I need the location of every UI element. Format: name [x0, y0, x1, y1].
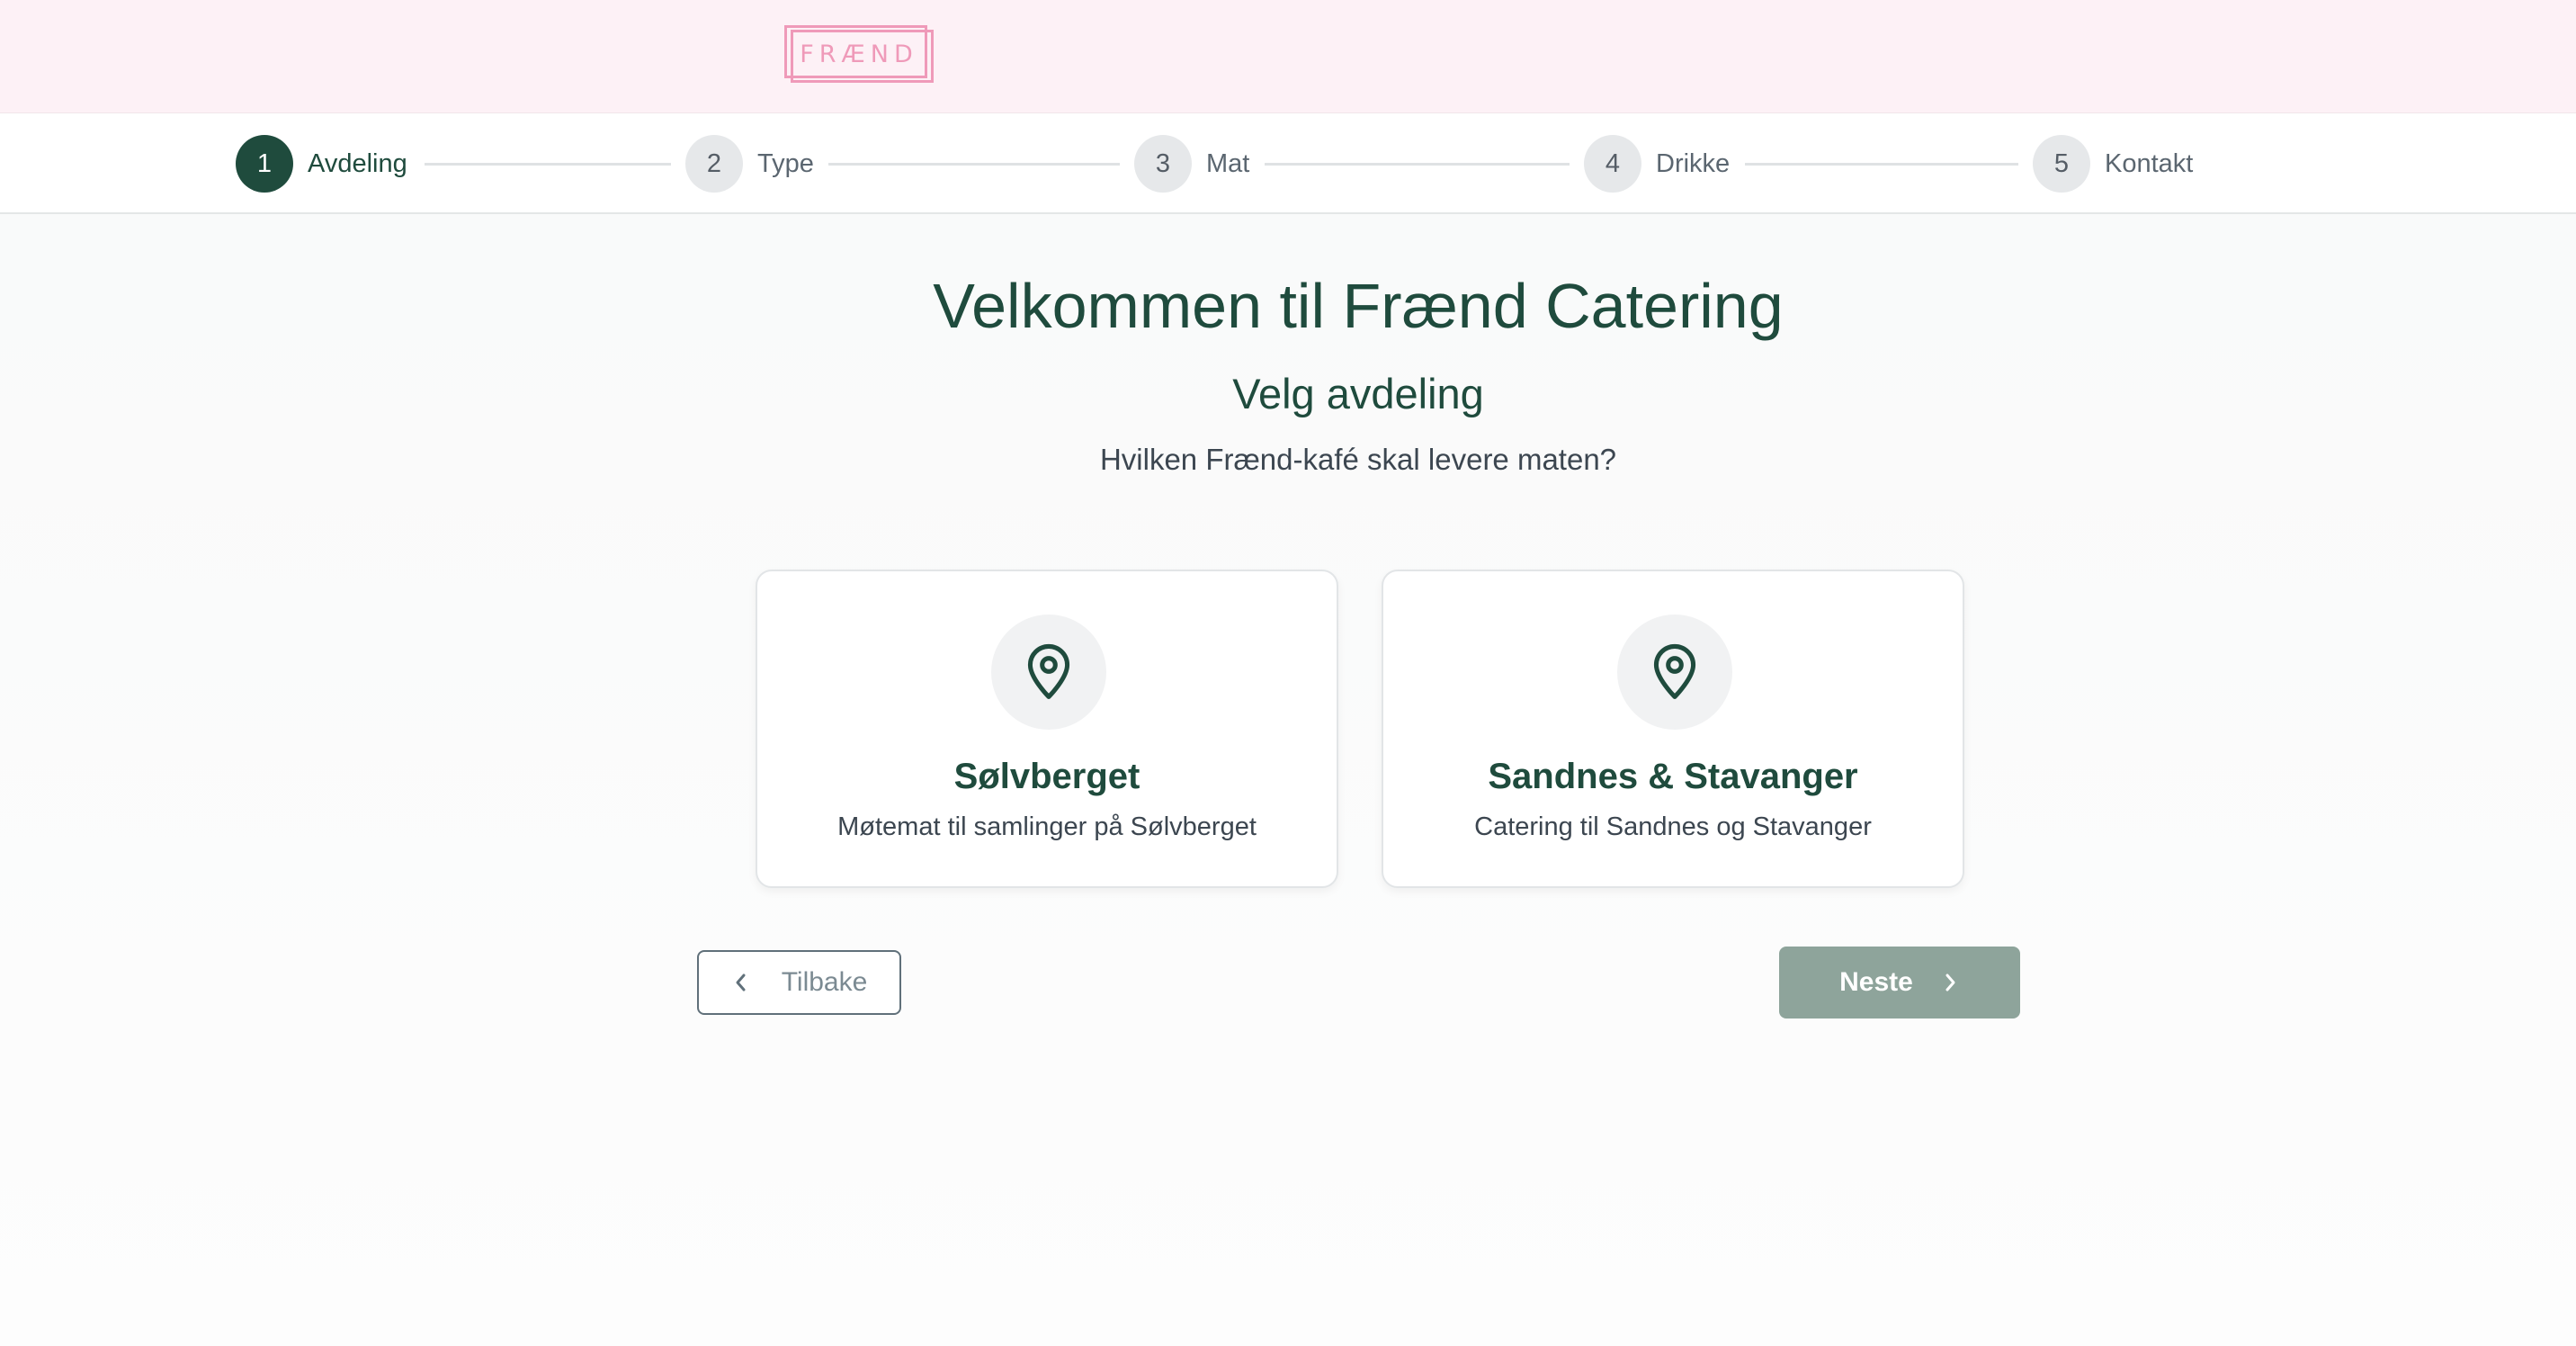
- back-button[interactable]: Tilbake: [697, 950, 901, 1015]
- step-drikke[interactable]: 4 Drikke: [1584, 135, 1730, 193]
- header: FRÆND: [0, 0, 2576, 113]
- step-label: Avdeling: [308, 148, 407, 178]
- step-label: Mat: [1206, 148, 1250, 178]
- step-mat[interactable]: 3 Mat: [1134, 135, 1249, 193]
- logo-text: FRÆND: [800, 40, 918, 68]
- map-pin-icon: [1653, 643, 1696, 699]
- chevron-right-icon: [1940, 970, 1960, 995]
- option-card-sandnes-stavanger[interactable]: Sandnes & Stavanger Catering til Sandnes…: [1382, 570, 1964, 888]
- step-label: Kontakt: [2105, 148, 2194, 178]
- step-number: 1: [236, 135, 293, 193]
- step-number: 5: [2033, 135, 2090, 193]
- step-connector: [828, 163, 1120, 166]
- option-card-solvberget[interactable]: Sølvberget Møtemat til samlinger på Sølv…: [756, 570, 1338, 888]
- step-label: Type: [757, 148, 814, 178]
- step-number: 2: [685, 135, 743, 193]
- icon-circle: [1617, 615, 1732, 730]
- step-connector: [425, 163, 671, 166]
- page-title: Velkommen til Frænd Catering: [933, 271, 1784, 341]
- option-title: Sølvberget: [953, 757, 1140, 796]
- page-subtitle: Velg avdeling: [1232, 370, 1484, 417]
- next-button[interactable]: Neste: [1779, 947, 2020, 1018]
- step-connector: [1745, 163, 2018, 166]
- step-connector: [1265, 163, 1570, 166]
- map-pin-icon: [1027, 643, 1070, 699]
- chevron-left-icon: [731, 970, 751, 995]
- step-kontakt[interactable]: 5 Kontakt: [2033, 135, 2193, 193]
- option-description: Catering til Sandnes og Stavanger: [1474, 812, 1872, 841]
- step-number: 3: [1134, 135, 1192, 193]
- option-description: Møtemat til samlinger på Sølvberget: [837, 812, 1257, 841]
- step-number: 4: [1584, 135, 1641, 193]
- next-button-label: Neste: [1839, 967, 1913, 997]
- catering-order-app: FRÆND 1 Avdeling 2 Type 3 Mat 4 Drikke 5…: [0, 0, 2576, 1346]
- option-title: Sandnes & Stavanger: [1488, 757, 1858, 796]
- step-type[interactable]: 2 Type: [685, 135, 814, 193]
- step-label: Drikke: [1656, 148, 1731, 178]
- step-avdeling[interactable]: 1 Avdeling: [236, 135, 407, 193]
- icon-circle: [991, 615, 1106, 730]
- department-question: Hvilken Frænd-kafé skal levere maten?: [1099, 443, 1617, 476]
- fraend-logo[interactable]: FRÆND: [784, 25, 934, 83]
- back-button-label: Tilbake: [781, 967, 868, 997]
